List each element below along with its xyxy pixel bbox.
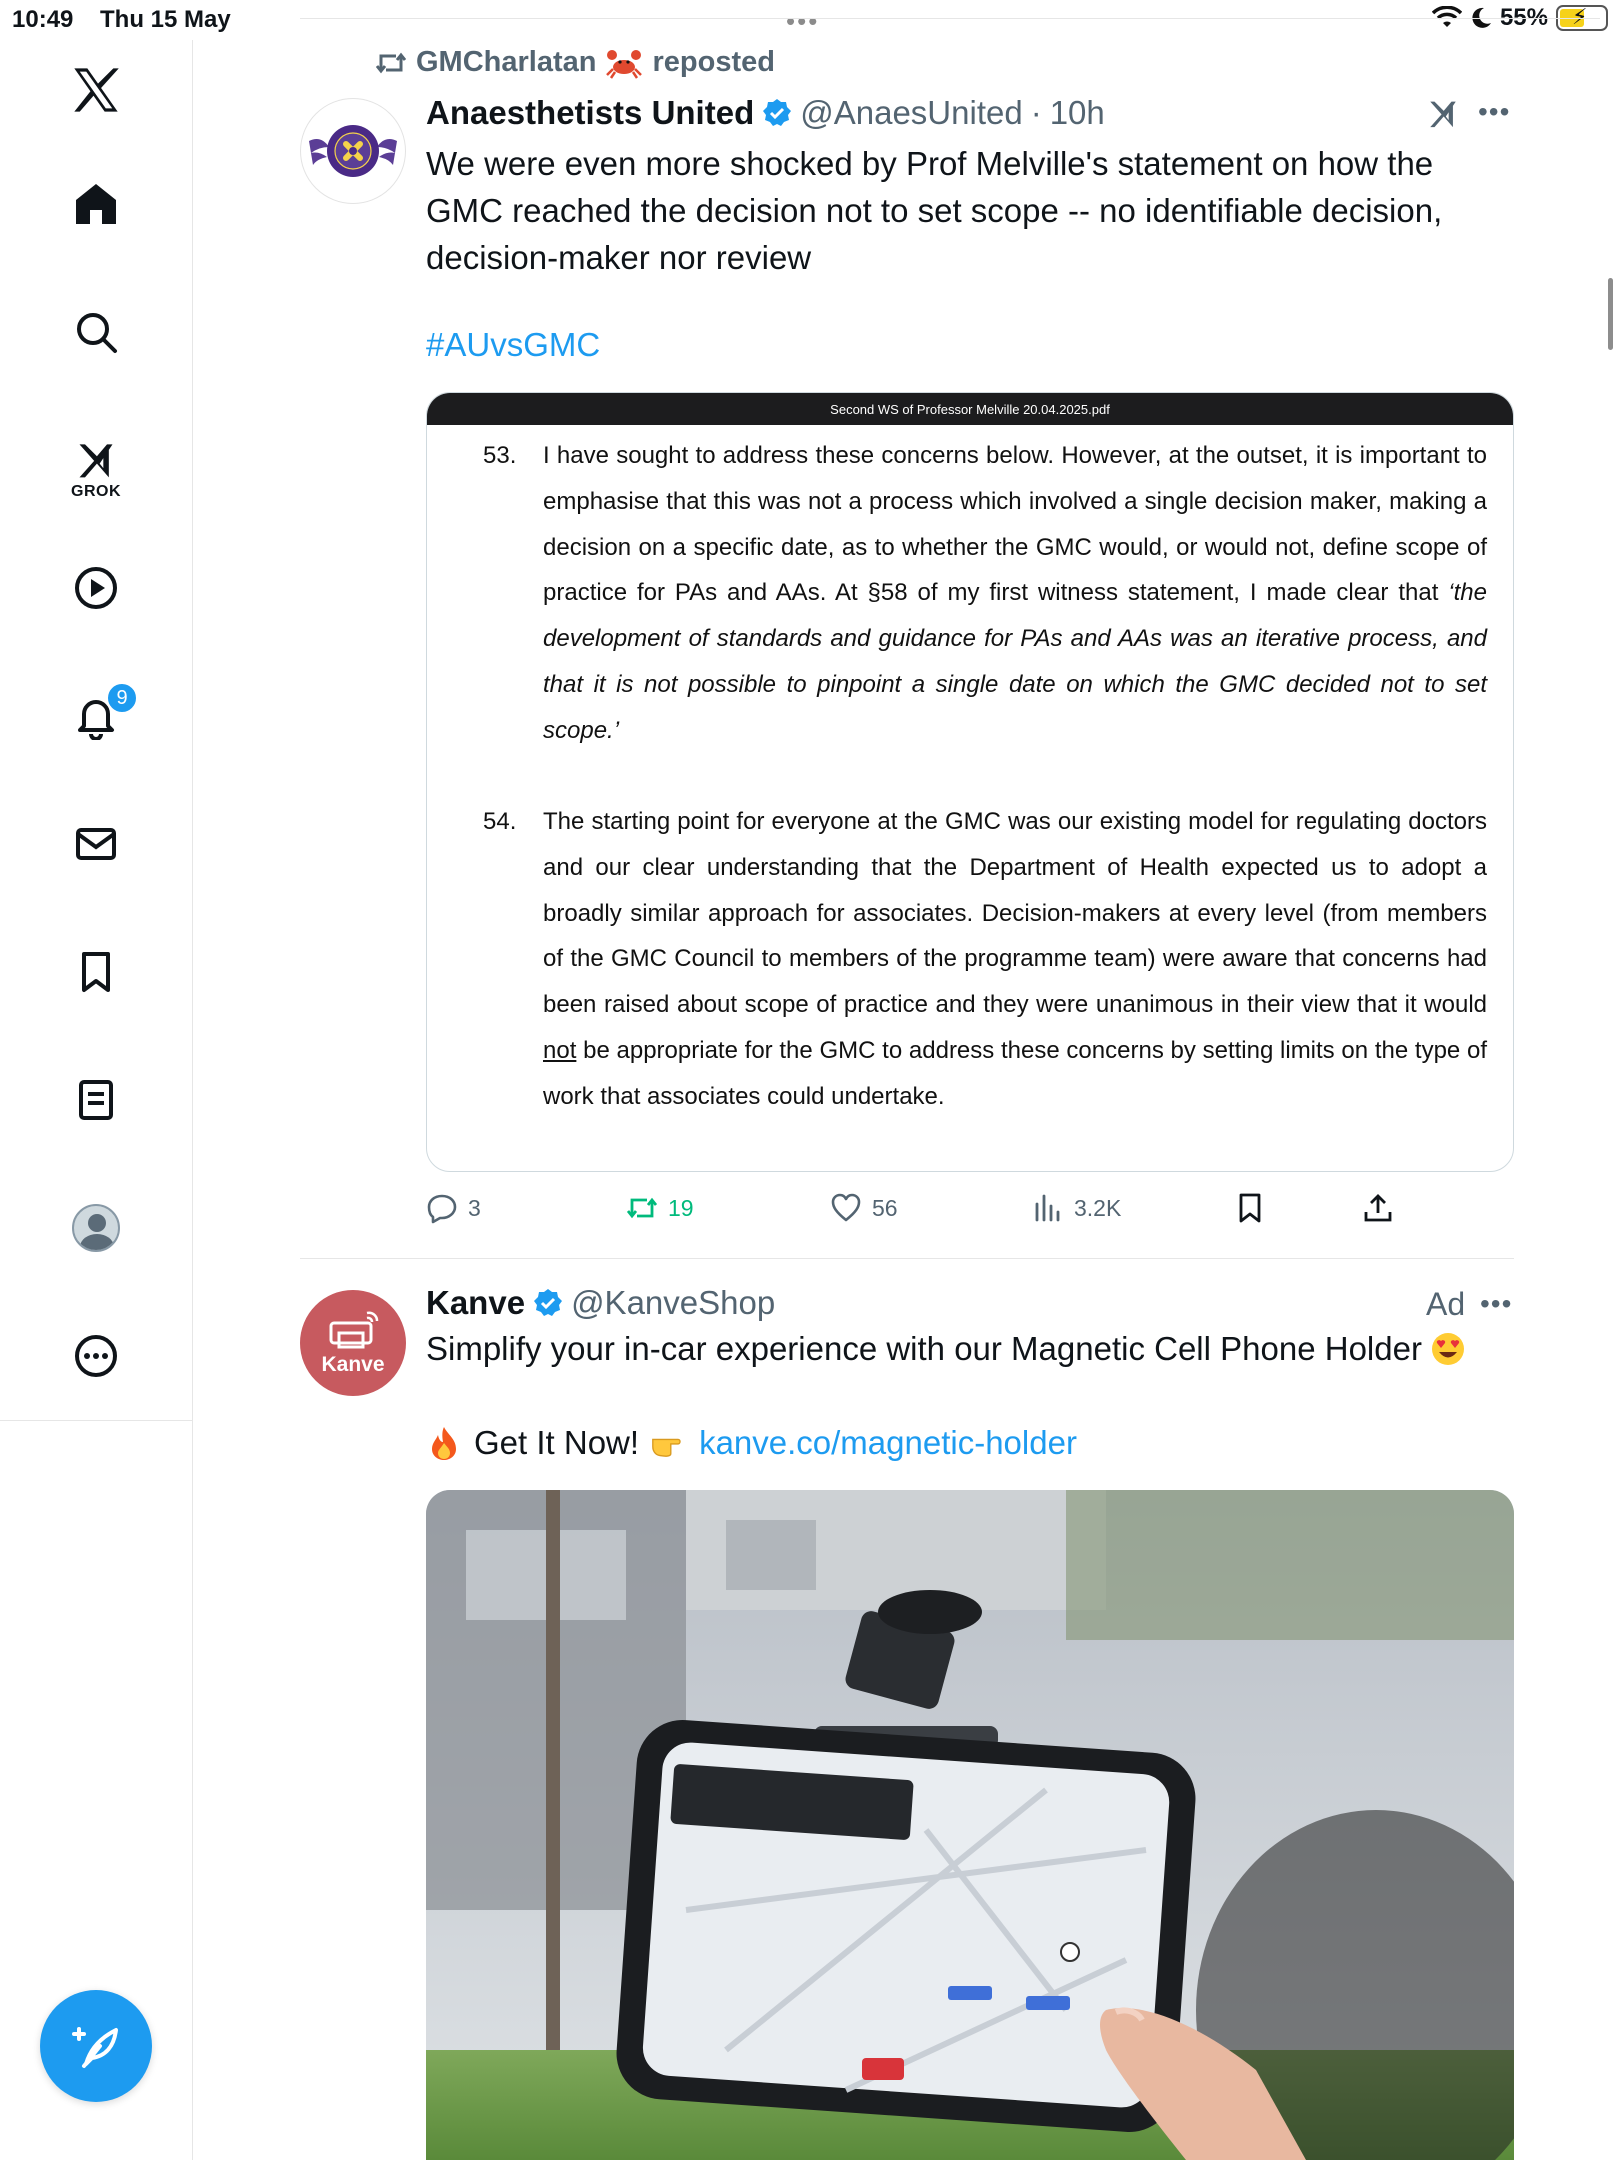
author-handle[interactable]: @AnaesUnited	[800, 94, 1022, 132]
ad-label: Ad	[1426, 1286, 1466, 1322]
bookmark-icon	[1239, 1193, 1261, 1223]
tweet-text-line: GMC reached the decision not to set scop…	[426, 192, 1443, 229]
more-options-icon[interactable]: •••	[1480, 1288, 1512, 1320]
profile-avatar-icon[interactable]	[62, 1194, 130, 1262]
repost-icon	[376, 52, 406, 73]
tweet-time[interactable]: 10h	[1050, 94, 1105, 132]
status-date: Thu 15 May	[100, 6, 231, 33]
heart-icon	[831, 1193, 861, 1222]
dot-separator: ·	[1030, 94, 1042, 131]
sidebar: GROK 9	[0, 40, 193, 2160]
ad-text: Simplify your in-car experience with our…	[426, 1330, 1466, 1368]
multitasking-dots[interactable]: •••	[786, 6, 819, 37]
lists-icon[interactable]	[62, 1066, 130, 1134]
repost-indicator: GMCharlatan reposted	[376, 46, 775, 79]
document-title: Second WS of Professor Melville 20.04.20…	[830, 401, 1110, 417]
heart-eyes-emoji-icon	[1431, 1333, 1464, 1365]
ad-link[interactable]: kanve.co/magnetic-holder	[699, 1424, 1077, 1462]
compose-button[interactable]	[40, 1990, 152, 2102]
bookmark-button[interactable]	[1234, 1192, 1266, 1224]
tweet-divider	[300, 1258, 1514, 1259]
reply-button[interactable]: 3	[426, 1192, 481, 1224]
home-icon[interactable]	[62, 170, 130, 238]
hashtag-link[interactable]: #AUvsGMC	[426, 326, 600, 364]
paragraph-text: be appropriate for the GMC to address th…	[543, 1036, 1487, 1110]
more-options-icon[interactable]: •••	[1478, 96, 1510, 128]
avatar	[72, 1204, 120, 1252]
paragraph-number: 53.	[483, 442, 517, 469]
avatar-brand-text: Kanve	[321, 1353, 385, 1376]
notifications-icon[interactable]: 9	[62, 682, 138, 750]
author-avatar[interactable]: Kanve	[300, 1290, 406, 1396]
messages-icon[interactable]	[62, 810, 130, 878]
like-count: 56	[872, 1194, 898, 1221]
more-icon[interactable]	[62, 1322, 130, 1390]
share-button[interactable]	[1362, 1192, 1394, 1224]
search-icon[interactable]	[62, 298, 130, 366]
grok-explain-icon[interactable]	[1426, 96, 1460, 130]
paragraph-number: 54.	[483, 808, 517, 835]
author-handle[interactable]: @KanveShop	[571, 1284, 775, 1322]
scrollbar[interactable]	[1608, 278, 1613, 350]
ad-media-image[interactable]	[426, 1490, 1514, 2160]
paragraph-text: The starting point for everyone at the G…	[543, 808, 1487, 1019]
views-count: 3.2K	[1074, 1194, 1122, 1221]
underlined-word: not	[543, 1036, 577, 1064]
reposted-label: reposted	[652, 46, 775, 78]
reply-count: 3	[468, 1194, 481, 1221]
tweet-actions: 3 19 56 3.2K	[426, 1192, 1514, 1228]
attached-document-image[interactable]: Second WS of Professor Melville 20.04.20…	[426, 392, 1514, 1172]
status-time: 10:49	[12, 6, 74, 33]
cta-text: Get It Now!	[474, 1424, 640, 1461]
phone-holder-photo	[426, 1490, 1514, 2160]
share-icon	[1364, 1194, 1392, 1222]
grok-label: GROK	[71, 483, 121, 500]
tweet-text-line: decision-maker nor review	[426, 239, 812, 276]
like-button[interactable]: 56	[830, 1192, 898, 1224]
repost-button[interactable]: 19	[626, 1192, 694, 1224]
ad-body: Simplify your in-car experience with our…	[426, 1330, 1422, 1367]
notifications-badge: 9	[106, 682, 138, 714]
grok-icon[interactable]: GROK	[62, 424, 130, 514]
sidebar-divider	[0, 1420, 193, 1421]
x-logo-icon[interactable]	[62, 56, 130, 124]
tweet-header: Kanve @KanveShop	[426, 1284, 775, 1322]
anaesthetists-united-logo-icon	[309, 125, 397, 177]
status-bar: 10:49 Thu 15 May ••• 55% ⚡	[0, 0, 1620, 40]
author-name[interactable]: Anaesthetists United	[426, 94, 754, 132]
top-divider	[300, 18, 1600, 19]
ad-cta: Get It Now! kanve.co/magnetic-holder	[426, 1424, 1077, 1462]
analytics-icon	[1035, 1194, 1060, 1222]
compose-feather-icon	[72, 2027, 118, 2068]
paragraph-53: 53. I have sought to address these conce…	[483, 433, 1487, 754]
repost-icon	[626, 1197, 658, 1219]
paragraph-text: I have sought to address these concerns …	[543, 442, 1487, 607]
author-avatar[interactable]	[300, 98, 406, 204]
fire-emoji-icon	[432, 1427, 456, 1460]
printer-wifi-icon	[329, 1311, 379, 1349]
video-icon[interactable]	[62, 554, 130, 622]
repost-count: 19	[668, 1194, 694, 1221]
paragraph-54: 54. The starting point for everyone at t…	[483, 799, 1487, 1120]
reply-icon	[427, 1194, 457, 1224]
verified-badge-icon	[763, 99, 792, 126]
verified-badge-icon	[534, 1289, 563, 1316]
reposter-name[interactable]: GMCharlatan	[416, 46, 596, 79]
author-name[interactable]: Kanve	[426, 1284, 525, 1322]
document-title-bar: Second WS of Professor Melville 20.04.20…	[427, 393, 1513, 425]
tweet-header: Anaesthetists United @AnaesUnited · 10h	[426, 94, 1105, 132]
tweet-text-line: We were even more shocked by Prof Melvil…	[426, 145, 1434, 182]
bookmarks-icon[interactable]	[62, 938, 130, 1006]
pointing-hand-emoji-icon	[652, 1438, 681, 1457]
crab-emoji-icon	[606, 49, 643, 79]
views-button[interactable]: 3.2K	[1032, 1192, 1121, 1224]
